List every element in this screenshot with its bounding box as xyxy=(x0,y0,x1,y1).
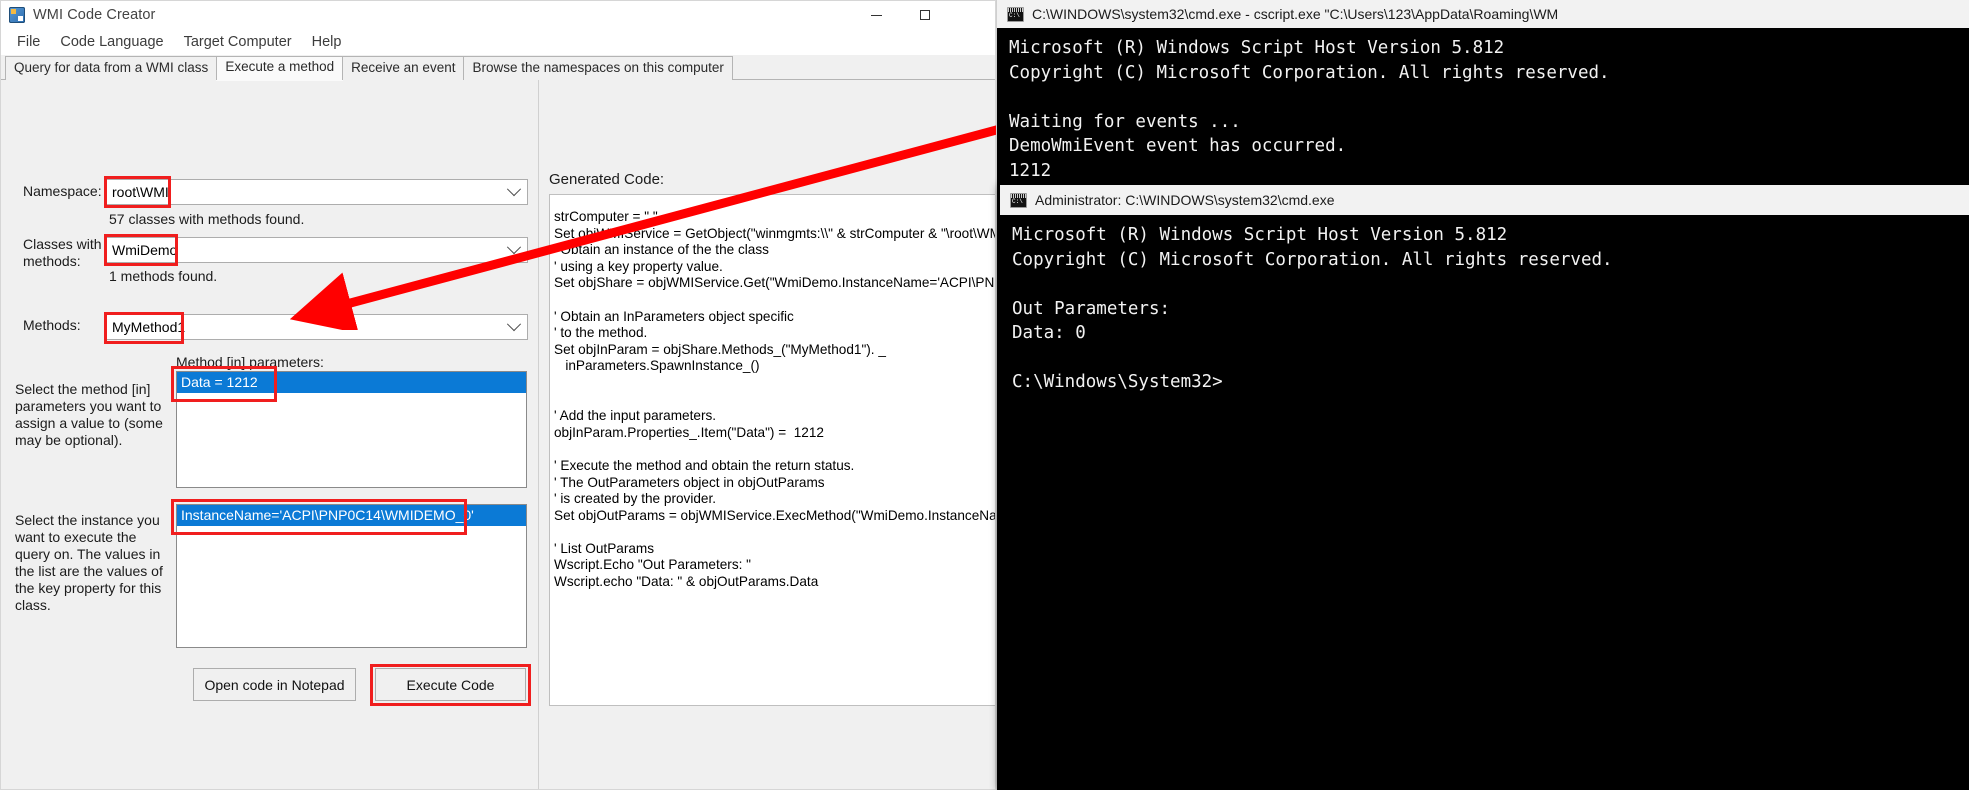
chevron-down-icon[interactable] xyxy=(501,315,527,339)
methods-combobox[interactable]: MyMethod1 xyxy=(106,314,528,340)
window-title: WMI Code Creator xyxy=(33,7,156,23)
open-code-in-notepad-button[interactable]: Open code in Notepad xyxy=(193,668,356,701)
menu-item-help[interactable]: Help xyxy=(302,32,352,52)
namespace-combobox[interactable]: root\WMI xyxy=(106,179,528,205)
instance-hint: Select the instance you want to execute … xyxy=(15,512,163,613)
generated-code-textbox[interactable]: strComputer = "." Set objWMIService = Ge… xyxy=(549,194,996,706)
menu-item-target-computer[interactable]: Target Computer xyxy=(174,32,302,52)
chevron-down-icon[interactable] xyxy=(501,180,527,204)
console-title: Administrator: C:\WINDOWS\system32\cmd.e… xyxy=(1035,192,1335,208)
tab-strip: Query for data from a WMI class Execute … xyxy=(1,55,995,80)
generated-code-text: strComputer = "." Set objWMIService = Ge… xyxy=(554,209,996,590)
method-in-parameters-hint: Select the method [in] parameters you wa… xyxy=(15,381,163,448)
list-item[interactable]: InstanceName='ACPI\PNP0C14\WMIDEMO_0' xyxy=(177,505,526,526)
tab-receive-an-event[interactable]: Receive an event xyxy=(342,56,465,80)
maximize-button[interactable] xyxy=(902,1,947,29)
classes-with-methods-label: Classes with methods: xyxy=(23,236,102,269)
tab-query-for-data[interactable]: Query for data from a WMI class xyxy=(5,56,218,80)
console-titlebar: C:\WINDOWS\system32\cmd.exe - cscript.ex… xyxy=(997,0,1969,28)
window-titlebar: WMI Code Creator xyxy=(1,1,995,29)
list-item[interactable]: Data = 1212 xyxy=(177,372,526,393)
namespace-label: Namespace: xyxy=(23,183,102,199)
classes-status: 1 methods found. xyxy=(109,268,218,284)
method-in-parameters-label: Method [in] parameters: xyxy=(176,354,324,370)
chevron-down-icon[interactable] xyxy=(501,238,527,262)
console-titlebar: Administrator: C:\WINDOWS\system32\cmd.e… xyxy=(1000,185,1969,215)
console-output: Microsoft (R) Windows Script Host Versio… xyxy=(1012,225,1613,392)
minimize-button[interactable] xyxy=(854,1,899,29)
tab-panel-execute-a-method: Namespace: root\WMI 57 classes with meth… xyxy=(1,80,996,789)
wmi-code-creator-window: WMI Code Creator File Code Language Targ… xyxy=(0,0,996,790)
console-output: Microsoft (R) Windows Script Host Versio… xyxy=(1009,38,1610,181)
namespace-status: 57 classes with methods found. xyxy=(109,211,305,227)
panel-divider xyxy=(538,80,539,789)
menu-bar: File Code Language Target Computer Help xyxy=(1,29,995,55)
classes-value: WmiDemo xyxy=(112,242,178,258)
methods-label: Methods: xyxy=(23,317,81,333)
method-in-parameters-listbox[interactable]: Data = 1212 xyxy=(176,371,527,488)
cmd-icon xyxy=(1007,6,1024,22)
classes-combobox[interactable]: WmiDemo xyxy=(106,237,528,263)
app-icon xyxy=(9,7,25,23)
tab-browse-namespaces[interactable]: Browse the namespaces on this computer xyxy=(463,56,733,80)
menu-item-file[interactable]: File xyxy=(7,32,50,52)
execute-code-button[interactable]: Execute Code xyxy=(375,668,526,701)
namespace-value: root\WMI xyxy=(112,184,169,200)
console-window-administrator: Administrator: C:\WINDOWS\system32\cmd.e… xyxy=(1000,185,1969,790)
menu-item-code-language[interactable]: Code Language xyxy=(50,32,173,52)
cmd-icon xyxy=(1010,192,1027,208)
methods-value: MyMethod1 xyxy=(112,319,186,335)
tab-execute-a-method[interactable]: Execute a method xyxy=(216,56,344,80)
instance-listbox[interactable]: InstanceName='ACPI\PNP0C14\WMIDEMO_0' xyxy=(176,504,527,648)
generated-code-label: Generated Code: xyxy=(549,171,665,188)
console-title: C:\WINDOWS\system32\cmd.exe - cscript.ex… xyxy=(1032,6,1559,22)
